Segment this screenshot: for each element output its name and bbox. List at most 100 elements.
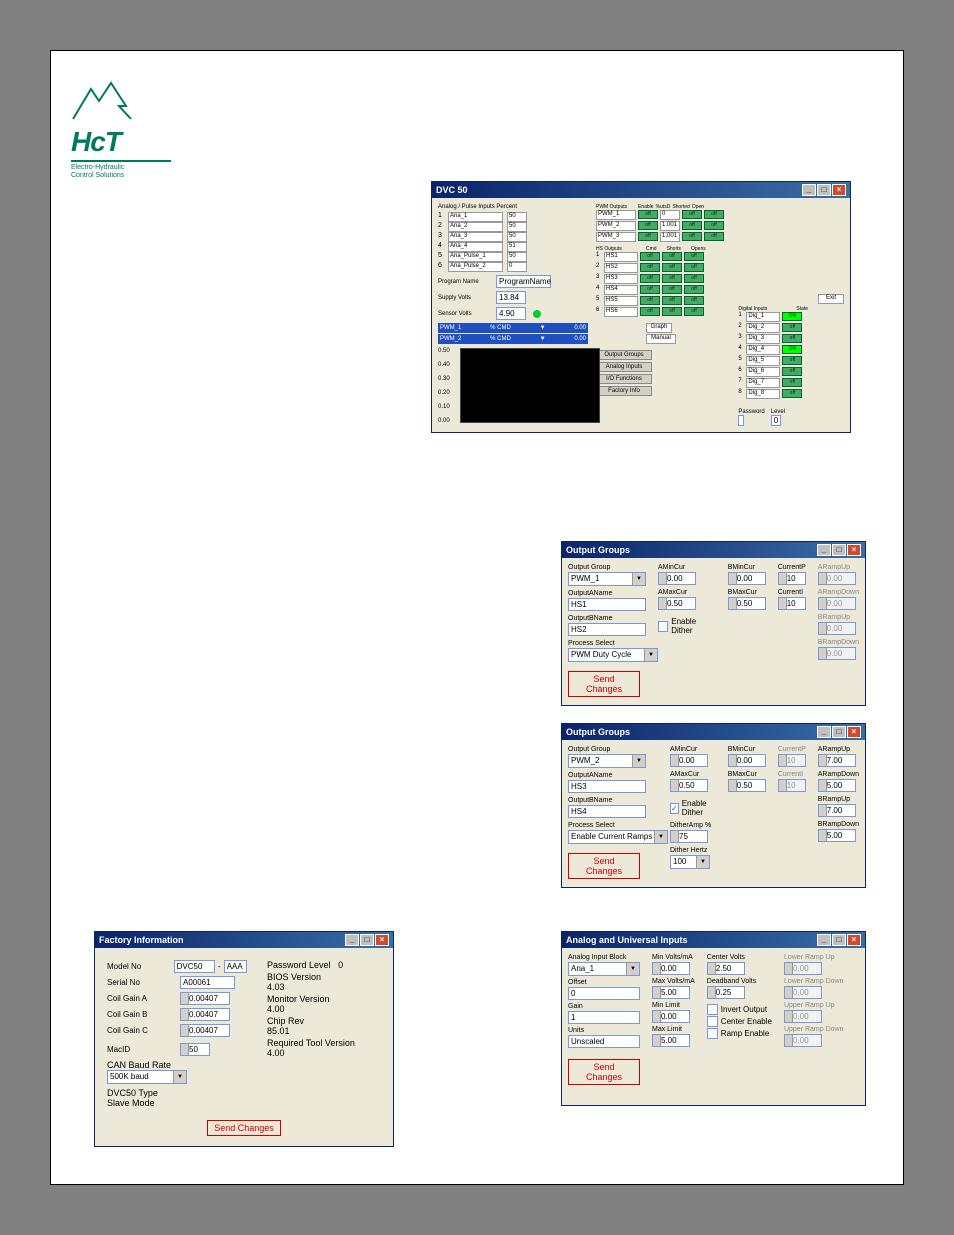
ana-maxv[interactable]: 5.00 <box>652 986 690 999</box>
cmd-led[interactable]: off <box>640 307 660 316</box>
og1-amincur[interactable]: 0.00 <box>658 572 696 585</box>
og2-bmaxcur[interactable]: 0.50 <box>728 779 766 792</box>
ana-maxl[interactable]: 5.00 <box>652 1034 690 1047</box>
og2-outb-input[interactable]: HS4 <box>568 805 646 818</box>
exit-button[interactable]: Exit <box>818 294 844 304</box>
hs-row: 5HS5offoffoff <box>596 296 730 306</box>
minimize-icon[interactable]: _ <box>817 544 831 556</box>
ana-block-select[interactable]: Ana_1 <box>568 962 640 976</box>
og2-outa-input[interactable]: HS3 <box>568 780 646 793</box>
coil-gain-c[interactable]: 0.00407 <box>180 1024 230 1037</box>
og2-amaxcur[interactable]: 0.50 <box>670 779 708 792</box>
og2-brampup[interactable]: 7.00 <box>818 804 856 817</box>
side-button[interactable]: Output Groups <box>596 350 652 360</box>
og1-group-select[interactable]: PWM_1 <box>568 572 646 586</box>
og1-bmincur[interactable]: 0.00 <box>728 572 766 585</box>
factory-titlebar[interactable]: Factory Information _□× <box>95 932 393 948</box>
og2-dither-check[interactable]: ✓ <box>670 803 679 814</box>
maximize-icon[interactable]: □ <box>817 184 831 196</box>
cmd-led[interactable]: off <box>640 274 660 283</box>
og2-group-select[interactable]: PWM_2 <box>568 754 646 768</box>
side-button[interactable]: Analog Inputs <box>596 362 652 372</box>
og1-bmaxcur[interactable]: 0.50 <box>728 597 766 610</box>
og2-titlebar[interactable]: Output Groups _□× <box>562 724 865 740</box>
analog-name[interactable]: Ana_Pulse_1 <box>448 252 503 262</box>
close-icon[interactable]: × <box>847 934 861 946</box>
minimize-icon[interactable]: _ <box>817 934 831 946</box>
coil-gain-a[interactable]: 0.00407 <box>180 992 230 1005</box>
maximize-icon[interactable]: □ <box>832 726 846 738</box>
model-no-input[interactable]: DVC50 <box>174 960 215 973</box>
close-icon[interactable]: × <box>832 184 846 196</box>
og2-brampdn[interactable]: 5.00 <box>818 829 856 842</box>
og1-outb-input[interactable]: HS2 <box>568 623 646 636</box>
analog-pct: 50 <box>507 252 527 262</box>
enable-led[interactable]: off <box>638 221 658 230</box>
password-input[interactable] <box>738 415 744 426</box>
analog-name[interactable]: Ana_1 <box>448 212 503 222</box>
analog-name[interactable]: Ana_2 <box>448 222 503 232</box>
cmd-led[interactable]: off <box>640 252 660 261</box>
ana-minv[interactable]: 0.00 <box>652 962 690 975</box>
side-button[interactable]: Factory Info <box>596 386 652 396</box>
enable-led[interactable]: off <box>638 210 658 219</box>
og2-dither-amp[interactable]: 75 <box>670 830 708 843</box>
graph-button[interactable]: Graph <box>646 323 672 333</box>
og1-amaxcur[interactable]: 0.50 <box>658 597 696 610</box>
ana-invert-check[interactable] <box>707 1004 718 1015</box>
analog-name[interactable]: Ana_Pulse_2 <box>448 262 503 272</box>
coil-gain-b[interactable]: 0.00407 <box>180 1008 230 1021</box>
og1-dither-check[interactable] <box>658 621 668 632</box>
ana-ramp-check[interactable] <box>707 1028 718 1039</box>
ana-minl[interactable]: 0.00 <box>652 1010 690 1023</box>
og2-bmincur[interactable]: 0.00 <box>728 754 766 767</box>
analog-pct: 50 <box>507 232 527 242</box>
close-icon[interactable]: × <box>375 934 389 946</box>
og2-send-button[interactable]: Send Changes <box>568 853 640 879</box>
baud-select[interactable]: 500K baud <box>107 1070 187 1084</box>
og2-arampdn[interactable]: 5.00 <box>818 779 856 792</box>
cmd-led[interactable]: off <box>640 296 660 305</box>
maximize-icon[interactable]: □ <box>360 934 374 946</box>
ana-centerv[interactable]: 2.50 <box>707 962 745 975</box>
og1-proc-select[interactable]: PWM Duty Cycle <box>568 648 658 662</box>
side-button[interactable]: I/O Functions <box>596 374 652 384</box>
og2-dither-hz[interactable]: 100 <box>670 855 710 869</box>
og2-arampup[interactable]: 7.00 <box>818 754 856 767</box>
analog-name[interactable]: Ana_3 <box>448 232 503 242</box>
maximize-icon[interactable]: □ <box>832 544 846 556</box>
ana-gain-input[interactable]: 1 <box>568 1011 640 1024</box>
pwm1-bar[interactable]: PWM_1% CMD▼0.00 <box>438 323 588 333</box>
macid-input[interactable]: 50 <box>180 1043 210 1056</box>
program-name-input[interactable]: ProgramName <box>496 275 551 288</box>
minimize-icon[interactable]: _ <box>817 726 831 738</box>
og1-outa-input[interactable]: HS1 <box>568 598 646 611</box>
serial-no-input[interactable]: A00061 <box>180 976 235 989</box>
ana-center-check[interactable] <box>707 1016 718 1027</box>
maximize-icon[interactable]: □ <box>832 934 846 946</box>
og2-amincur[interactable]: 0.00 <box>670 754 708 767</box>
ana-deadb[interactable]: 0.25 <box>707 986 745 999</box>
og1-titlebar[interactable]: Output Groups _□× <box>562 542 865 558</box>
minimize-icon[interactable]: _ <box>345 934 359 946</box>
minimize-icon[interactable]: _ <box>802 184 816 196</box>
factory-send-button[interactable]: Send Changes <box>207 1120 281 1136</box>
close-icon[interactable]: × <box>847 544 861 556</box>
model-ext-input[interactable]: AAA <box>224 960 247 973</box>
ana-titlebar[interactable]: Analog and Universal Inputs _□× <box>562 932 865 948</box>
pwm2-bar[interactable]: PWM_2% CMD▼0.00 <box>438 334 588 344</box>
manual-button[interactable]: Manual <box>646 334 676 344</box>
ana-offset-input[interactable]: 0 <box>568 987 640 1000</box>
og2-proc-select[interactable]: Enable Current Ramps <box>568 830 668 844</box>
dvc50-titlebar[interactable]: DVC 50 _ □ × <box>432 182 850 198</box>
enable-led[interactable]: off <box>638 232 658 241</box>
cmd-led[interactable]: off <box>640 263 660 272</box>
analog-name[interactable]: Ana_4 <box>448 242 503 252</box>
ana-send-button[interactable]: Send Changes <box>568 1059 640 1085</box>
og1-send-button[interactable]: Send Changes <box>568 671 640 697</box>
og1-group-label: Output Group <box>568 564 646 571</box>
og1-currenti[interactable]: 10 <box>778 597 806 610</box>
og1-currentp[interactable]: 10 <box>778 572 806 585</box>
cmd-led[interactable]: off <box>640 285 660 294</box>
close-icon[interactable]: × <box>847 726 861 738</box>
